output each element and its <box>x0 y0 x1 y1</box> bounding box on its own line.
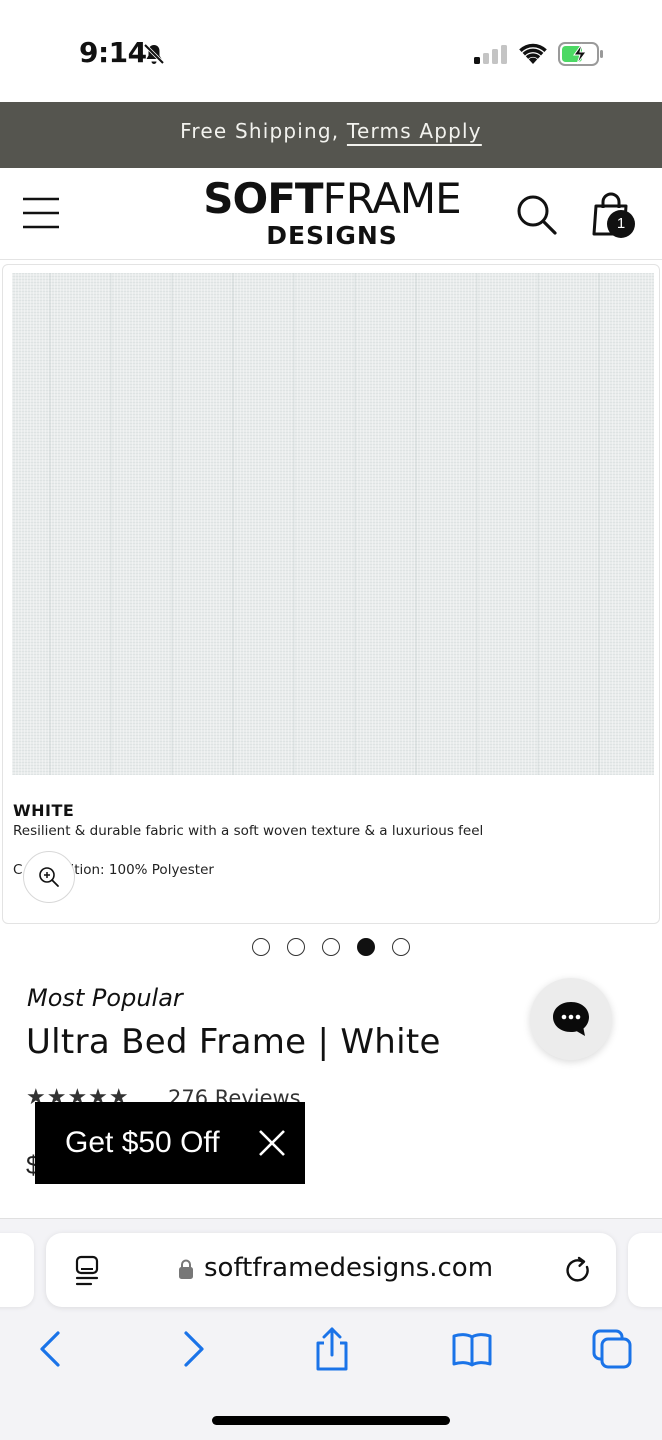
carousel-dot[interactable] <box>287 938 305 956</box>
cellular-signal-icon <box>474 45 507 64</box>
carousel-pagination <box>252 938 410 956</box>
carousel-dot[interactable] <box>392 938 410 956</box>
logo-soft: SOFT <box>203 174 323 223</box>
share-icon[interactable] <box>310 1327 354 1371</box>
forward-arrow-icon[interactable] <box>172 1327 216 1371</box>
status-bar: 9:14 <box>0 0 662 102</box>
page-menu-icon[interactable] <box>74 1255 102 1287</box>
chat-button[interactable] <box>530 978 612 1060</box>
bookmarks-book-icon[interactable] <box>450 1327 494 1371</box>
promo-popup[interactable]: Get $50 Off <box>35 1102 305 1184</box>
close-icon[interactable] <box>257 1128 287 1158</box>
fabric-swatch-image[interactable] <box>12 273 654 775</box>
address-bar[interactable]: softframedesigns.com <box>46 1233 616 1307</box>
battery-charging-icon <box>558 42 603 66</box>
back-arrow-icon[interactable] <box>30 1327 74 1371</box>
zoom-button[interactable] <box>23 851 75 903</box>
announcement-text: Free Shipping, <box>180 119 347 143</box>
announcement-bar: Free Shipping, Terms Apply <box>0 102 662 168</box>
product-image-card: WHITE Resilient & durable fabric with a … <box>2 264 660 924</box>
product-tag: Most Popular <box>27 984 183 1012</box>
softframe-logo[interactable]: SOFTFRAME DESIGNS <box>190 176 474 254</box>
home-indicator <box>212 1416 450 1425</box>
carousel-dot[interactable] <box>252 938 270 956</box>
reload-icon[interactable] <box>564 1255 594 1287</box>
terms-link[interactable]: Terms Apply <box>347 119 482 143</box>
carousel-dot[interactable] <box>357 938 375 956</box>
browser-toolbar: softframedesigns.com <box>0 1218 662 1440</box>
cart-count-badge[interactable]: 1 <box>607 210 635 238</box>
promo-label[interactable]: Get $50 Off <box>65 1126 220 1160</box>
zoom-in-icon <box>39 867 59 887</box>
product-title: Ultra Bed Frame | White <box>26 1022 441 1062</box>
site-header: SOFTFRAME DESIGNS <box>0 168 662 260</box>
logo-frame: FRAME <box>322 174 462 223</box>
next-tab-preview[interactable] <box>628 1233 662 1307</box>
search-icon[interactable] <box>514 192 558 236</box>
hamburger-menu-icon[interactable] <box>23 196 59 230</box>
url-text[interactable]: softframedesigns.com <box>204 1253 493 1283</box>
carousel-dot[interactable] <box>322 938 340 956</box>
swatch-description: Resilient & durable fabric with a soft w… <box>13 823 484 839</box>
bell-slash-icon <box>143 43 165 65</box>
previous-tab-preview[interactable] <box>0 1233 34 1307</box>
tabs-overview-icon[interactable] <box>590 1327 634 1371</box>
status-time: 9:14 <box>79 36 147 69</box>
lock-icon <box>179 1259 193 1279</box>
swatch-name: WHITE <box>13 801 75 820</box>
wifi-icon <box>519 43 547 64</box>
chat-bubble-icon <box>553 1002 589 1036</box>
logo-designs: DESIGNS <box>266 221 398 250</box>
